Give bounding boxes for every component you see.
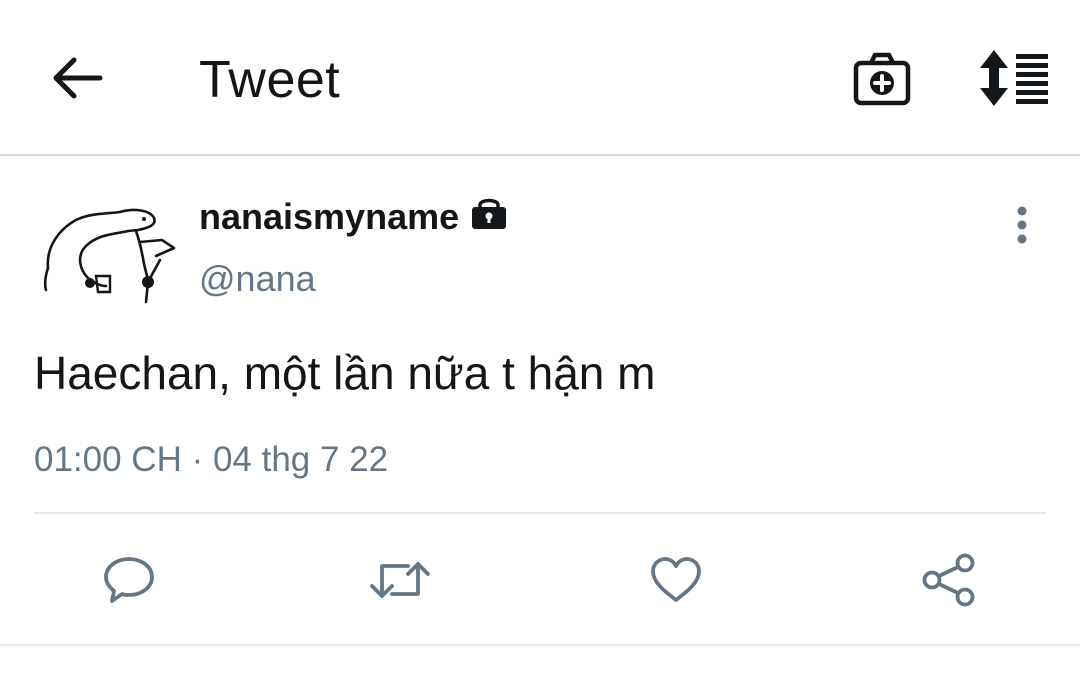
tweet-timestamp: 01:00 CH · 04 thg 7 22 [34,440,389,479]
user-handle[interactable]: @nana [199,258,316,300]
arrow-left-icon [52,56,104,100]
retweet-icon [368,556,432,604]
share-icon [921,552,977,608]
sort-list-icon [978,48,1050,108]
sort-button[interactable] [974,42,1054,114]
display-name[interactable]: nanaismyname [199,196,459,238]
retweet-button[interactable] [368,548,432,612]
camera-plus-icon [853,52,911,106]
reply-button[interactable] [97,548,161,612]
tweet-detail-screen: Tweet nanaismyname @nana Haechan, một lầ… [0,0,1080,682]
like-button[interactable] [644,548,708,612]
tweet-text: Haechan, một lần nữa t hận m [34,347,656,399]
page-title: Tweet [199,51,341,109]
bottom-divider [0,644,1080,646]
top-app-bar: Tweet [0,0,1080,156]
heart-icon [649,556,703,604]
camera-button[interactable] [846,44,918,114]
avatar[interactable] [36,190,184,308]
more-vertical-icon [1015,205,1029,245]
back-button[interactable] [40,40,116,116]
more-options-button[interactable] [1000,200,1044,250]
divider [34,512,1046,514]
share-button[interactable] [917,548,981,612]
comment-icon [102,555,156,605]
lock-icon [470,196,510,232]
